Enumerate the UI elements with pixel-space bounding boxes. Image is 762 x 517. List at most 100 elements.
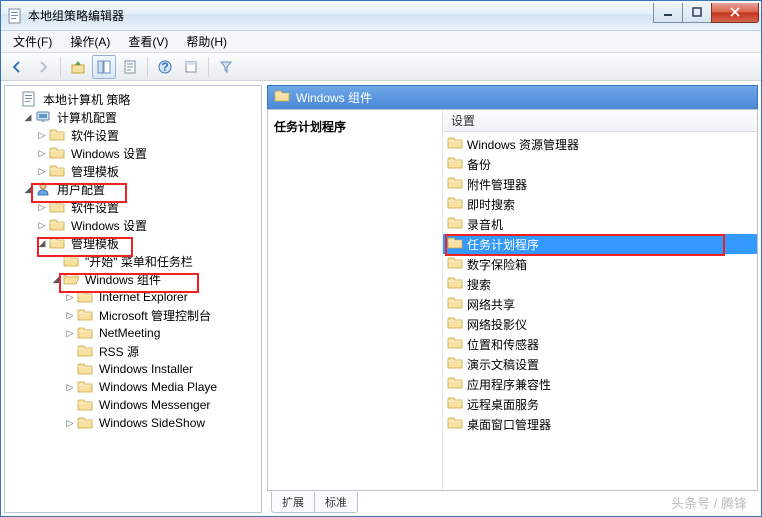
forward-button[interactable]	[31, 55, 55, 79]
expander-icon[interactable]: ▷	[63, 326, 77, 340]
expander-icon[interactable]: ◢	[21, 182, 35, 196]
tree-item[interactable]: "开始" 菜单和任务栏	[82, 252, 196, 271]
list-item[interactable]: 附件管理器	[443, 174, 757, 194]
tree-item[interactable]: Windows 设置	[68, 216, 150, 235]
list-item[interactable]: 远程桌面服务	[443, 394, 757, 414]
list-item[interactable]: 搜索	[443, 274, 757, 294]
tree-item[interactable]: Microsoft 管理控制台	[96, 306, 214, 325]
menubar: 文件(F) 操作(A) 查看(V) 帮助(H)	[1, 31, 761, 53]
expander-icon[interactable]: ▷	[63, 308, 77, 322]
list-item[interactable]: 演示文稿设置	[443, 354, 757, 374]
list-item-label: 数字保险箱	[467, 256, 527, 273]
folder-icon	[49, 235, 65, 251]
list-item-label: 桌面窗口管理器	[467, 416, 551, 433]
column-header[interactable]: 设置	[443, 110, 757, 132]
folder-icon	[447, 215, 463, 234]
list-item[interactable]: 网络共享	[443, 294, 757, 314]
folder-icon	[77, 289, 93, 305]
settings-list-pane[interactable]: 设置 Windows 资源管理器备份附件管理器即时搜索录音机任务计划程序数字保险…	[443, 110, 757, 490]
list-item-label: 备份	[467, 156, 491, 173]
tree-item[interactable]: Windows Media Playe	[96, 379, 220, 395]
tree-user-config[interactable]: 用户配置	[54, 180, 108, 199]
tree-item[interactable]: 管理模板	[68, 162, 122, 181]
policy-icon	[21, 91, 37, 107]
expander-icon[interactable]: ▷	[35, 218, 49, 232]
list-item[interactable]: 备份	[443, 154, 757, 174]
folder-icon	[77, 307, 93, 323]
list-item[interactable]: 任务计划程序	[443, 234, 757, 254]
tree-computer-config[interactable]: 计算机配置	[54, 108, 120, 127]
expander-icon[interactable]: ◢	[21, 110, 35, 124]
folder-icon	[49, 127, 65, 143]
user-icon	[35, 181, 51, 197]
list-item-label: 网络共享	[467, 296, 515, 313]
folder-icon	[447, 195, 463, 214]
folder-icon	[447, 135, 463, 154]
folder-icon	[447, 175, 463, 194]
tree-item[interactable]: RSS 源	[96, 342, 142, 361]
list-item-label: 附件管理器	[467, 176, 527, 193]
list-item[interactable]: 即时搜索	[443, 194, 757, 214]
detail-panel: 任务计划程序	[268, 110, 443, 490]
expander-icon[interactable]: ▷	[63, 416, 77, 430]
computer-icon	[35, 109, 51, 125]
folder-icon	[447, 355, 463, 374]
list-item[interactable]: 数字保险箱	[443, 254, 757, 274]
up-button[interactable]	[66, 55, 90, 79]
list-item[interactable]: 录音机	[443, 214, 757, 234]
folder-icon	[49, 163, 65, 179]
tree-admin-templates[interactable]: 管理模板	[68, 234, 122, 253]
list-item[interactable]: Windows 资源管理器	[443, 134, 757, 154]
tree-windows-components[interactable]: Windows 组件	[82, 270, 164, 289]
expander-icon[interactable]: ▷	[35, 128, 49, 142]
folder-icon	[77, 415, 93, 431]
tree-pane[interactable]: 本地计算机 策略 ◢计算机配置 ▷软件设置 ▷Windows 设置 ▷管理模板 …	[4, 85, 262, 513]
tab-standard[interactable]: 标准	[314, 492, 358, 513]
back-button[interactable]	[5, 55, 29, 79]
tree-item[interactable]: Windows Installer	[96, 361, 196, 377]
list-item-label: 应用程序兼容性	[467, 376, 551, 393]
detail-title: 任务计划程序	[274, 118, 436, 135]
tree-item[interactable]: Internet Explorer	[96, 289, 191, 305]
app-window: 本地组策略编辑器 文件(F) 操作(A) 查看(V) 帮助(H) ? 本地计算机…	[0, 0, 762, 517]
expander-icon[interactable]: ▷	[35, 146, 49, 160]
list-item-label: 录音机	[467, 216, 503, 233]
minimize-button[interactable]	[653, 3, 683, 23]
tree-item[interactable]: 软件设置	[68, 198, 122, 217]
folder-icon	[447, 235, 463, 254]
folder-icon	[77, 397, 93, 413]
folder-icon	[49, 145, 65, 161]
tab-extended[interactable]: 扩展	[271, 492, 315, 513]
menu-action[interactable]: 操作(A)	[62, 31, 118, 52]
expander-icon[interactable]: ◢	[49, 272, 63, 286]
svg-text:?: ?	[161, 60, 168, 74]
list-item[interactable]: 桌面窗口管理器	[443, 414, 757, 434]
properties-button[interactable]	[118, 55, 142, 79]
close-button[interactable]	[711, 3, 759, 23]
tree-root[interactable]: 本地计算机 策略	[40, 90, 133, 109]
expander-icon[interactable]: ▷	[63, 290, 77, 304]
expander-icon[interactable]: ▷	[35, 164, 49, 178]
menu-file[interactable]: 文件(F)	[5, 31, 60, 52]
tree-item[interactable]: NetMeeting	[96, 325, 163, 341]
expander-icon[interactable]: ▷	[63, 380, 77, 394]
list-item-label: 演示文稿设置	[467, 356, 539, 373]
show-tree-button[interactable]	[92, 55, 116, 79]
maximize-button[interactable]	[682, 3, 712, 23]
list-item[interactable]: 应用程序兼容性	[443, 374, 757, 394]
expander-icon[interactable]: ▷	[35, 200, 49, 214]
expander-icon[interactable]: ◢	[35, 236, 49, 250]
list-item-label: Windows 资源管理器	[467, 136, 579, 153]
list-item[interactable]: 网络投影仪	[443, 314, 757, 334]
tree-item[interactable]: Windows Messenger	[96, 397, 213, 413]
help-button[interactable]: ?	[153, 55, 177, 79]
menu-help[interactable]: 帮助(H)	[178, 31, 235, 52]
folder-icon	[77, 361, 93, 377]
menu-view[interactable]: 查看(V)	[120, 31, 176, 52]
filter-button[interactable]	[214, 55, 238, 79]
tree-item[interactable]: Windows 设置	[68, 144, 150, 163]
tree-item[interactable]: 软件设置	[68, 126, 122, 145]
tree-item[interactable]: Windows SideShow	[96, 415, 208, 431]
options-button[interactable]	[179, 55, 203, 79]
list-item[interactable]: 位置和传感器	[443, 334, 757, 354]
